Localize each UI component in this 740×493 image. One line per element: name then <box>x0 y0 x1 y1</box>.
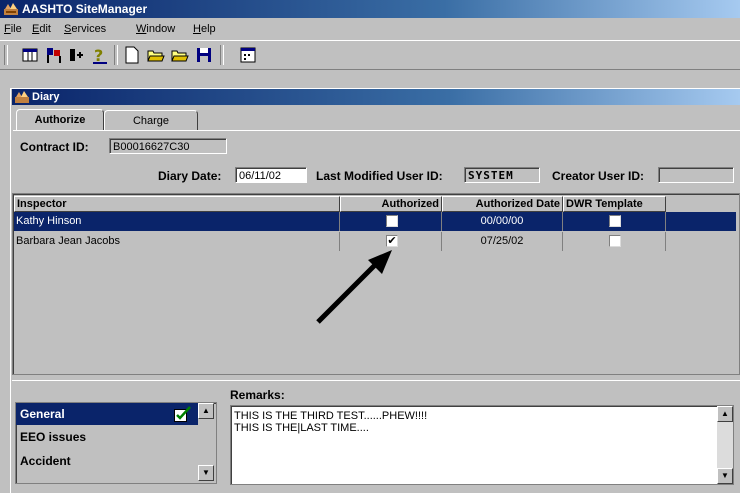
remarks-line-1: THIS IS THE THIRD TEST......PHEW!!!! <box>234 410 428 422</box>
remarks-line-2: THIS IS THE|LAST TIME.... <box>234 422 369 434</box>
contract-id-field: B00016627C30 <box>109 138 227 154</box>
section-item-general[interactable]: General <box>16 403 198 425</box>
tab-authorize[interactable]: Authorize <box>16 109 104 130</box>
creator-user-field <box>658 167 734 183</box>
toolbar-grip <box>4 45 8 65</box>
section-item-eeo-issues[interactable]: EEO issues <box>20 430 86 444</box>
contract-id-label: Contract ID: <box>20 140 89 154</box>
remarks-textarea[interactable]: THIS IS THE THIRD TEST......PHEW!!!! THI… <box>230 405 734 485</box>
menu-file-rest: ile <box>10 23 22 35</box>
menu-bar: File Edit Services Window Help <box>0 19 740 39</box>
table-row[interactable]: Kathy Hinson 00/00/00 <box>14 212 736 231</box>
sitemanager-icon <box>4 3 18 15</box>
app-title: AASHTO SiteManager <box>22 2 148 16</box>
new-document-icon[interactable] <box>122 45 142 65</box>
tab-authorize-label: Authorize <box>34 114 86 126</box>
cell-authorized-date: 00/00/00 <box>442 212 563 231</box>
save-icon[interactable] <box>194 45 214 65</box>
cell-authorized <box>340 212 442 231</box>
tab-charge-label: Charge <box>132 115 170 127</box>
section-list-scrollbar[interactable]: ▲ ▼ <box>198 403 214 481</box>
app-title-bar[interactable]: AASHTO SiteManager <box>0 0 740 18</box>
diary-date-label: Diary Date: <box>158 169 222 183</box>
cell-inspector: Kathy Hinson <box>16 212 340 231</box>
grid-icon[interactable] <box>20 45 40 65</box>
col-header-authorized[interactable]: Authorized <box>340 196 442 212</box>
diary-title-bar[interactable]: Diary <box>12 89 740 105</box>
diary-title: Diary <box>32 91 60 103</box>
cell-authorized-date: 07/25/02 <box>442 232 563 251</box>
col-header-dwr-template[interactable]: DWR Template <box>563 196 666 212</box>
remarks-label: Remarks: <box>230 388 285 402</box>
menu-services-rest: ervices <box>71 23 107 35</box>
menu-help-accel: H <box>193 23 201 35</box>
annotation-arrow-icon <box>316 250 392 324</box>
toolbar-separator-2 <box>220 45 224 65</box>
edit-check-icon <box>174 406 191 422</box>
last-modified-field: SYSTEM <box>464 167 540 183</box>
col-header-inspector[interactable]: Inspector <box>14 196 340 212</box>
menu-help-rest: elp <box>200 23 216 35</box>
tab-pane-border <box>13 130 740 133</box>
calendar-icon[interactable] <box>238 45 258 65</box>
scroll-down-icon[interactable]: ▼ <box>198 465 214 481</box>
dwr-template-checkbox[interactable] <box>609 215 621 227</box>
menu-edit[interactable]: Edit <box>32 19 51 39</box>
toolbar: ? <box>0 40 740 70</box>
remarks-scrollbar[interactable]: ▲ ▼ <box>717 406 733 484</box>
menu-file-accel: F <box>4 23 11 35</box>
toolbar-separator <box>114 45 118 65</box>
last-modified-label: Last Modified User ID: <box>316 169 443 183</box>
menu-edit-rest: dit <box>39 23 51 35</box>
diary-window-icon <box>15 91 29 103</box>
menu-file[interactable]: File <box>4 19 22 39</box>
help-icon[interactable]: ? <box>90 45 110 65</box>
flags-icon[interactable] <box>44 45 64 65</box>
section-item-accident[interactable]: Accident <box>20 454 71 468</box>
col-header-authorized-date[interactable]: Authorized Date <box>442 196 563 212</box>
creator-user-label: Creator User ID: <box>552 169 645 183</box>
open-folder-icon[interactable] <box>146 45 166 65</box>
dwr-template-checkbox[interactable] <box>609 235 621 247</box>
remarks-scroll-up-icon[interactable]: ▲ <box>717 406 733 422</box>
cell-dwr-template <box>563 232 666 251</box>
menu-window-accel: W <box>136 23 147 35</box>
cell-inspector: Barbara Jean Jacobs <box>16 232 340 251</box>
open-folder-2-icon[interactable] <box>170 45 190 65</box>
menu-window-rest: indow <box>146 23 176 35</box>
cell-dwr-template <box>563 212 666 231</box>
transfer-icon[interactable] <box>66 45 86 65</box>
menu-services[interactable]: Services <box>64 19 106 39</box>
menu-window[interactable]: Window <box>136 19 175 39</box>
section-item-general-label: General <box>20 407 65 421</box>
scroll-up-icon[interactable]: ▲ <box>198 403 214 419</box>
menu-help[interactable]: Help <box>193 19 216 39</box>
diary-date-field[interactable]: 06/11/02 <box>235 167 307 183</box>
authorized-checkbox[interactable] <box>386 215 398 227</box>
remarks-scroll-down-icon[interactable]: ▼ <box>717 468 733 484</box>
tab-charge[interactable]: Charge <box>104 110 198 131</box>
